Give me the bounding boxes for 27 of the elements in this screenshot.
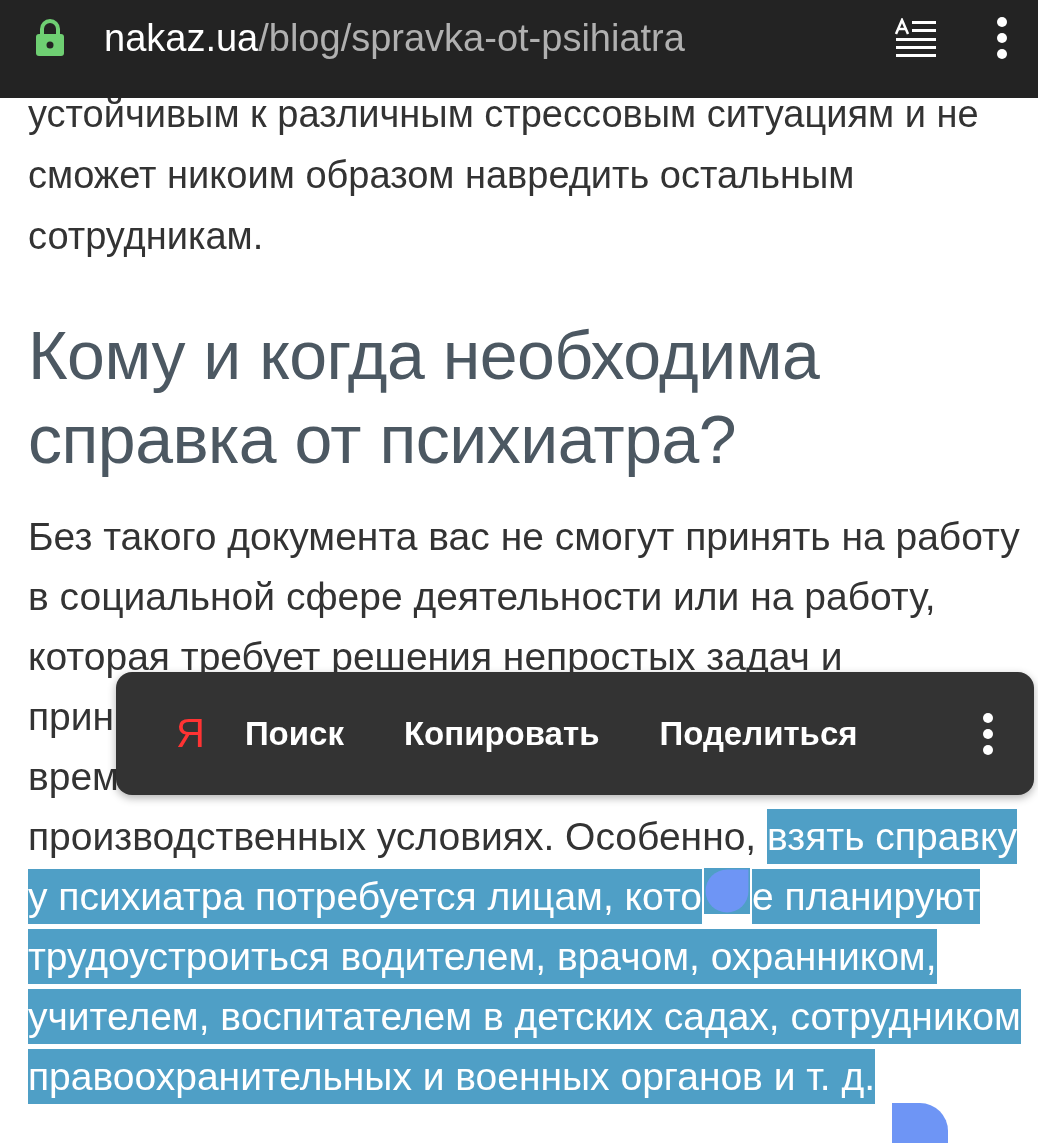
url-field[interactable]: nakaz.ua/blog/spravka-ot-psihiatra (104, 16, 894, 60)
lock-icon (34, 18, 66, 58)
paragraph-line: устойчивым к различным стрессовым ситуациям и не (28, 92, 980, 137)
selection-handle[interactable] (890, 1101, 950, 1143)
paragraph-text: в социальной сфере деятельности или на работу, (28, 574, 936, 620)
selected-text: трудоустроиться водителем, врачом, охранником, (28, 929, 937, 984)
selected-text: взять справку (767, 809, 1018, 864)
paragraph-text: производственных условиях. Особенно, (28, 814, 758, 860)
selected-text: правоохранительных и военных органов и т. д. (28, 1049, 876, 1104)
selected-text: е планируют (752, 869, 981, 924)
paragraph-line: сможет никоим образом навредить остальным (28, 153, 856, 198)
article-heading: справка от психиатра? (28, 400, 738, 479)
paragraph-text: Без такого документа вас не смогут принять на работу (28, 514, 1020, 560)
reader-mode-icon[interactable] (894, 18, 938, 58)
menu-action[interactable]: Копировать (403, 714, 600, 753)
more-menu-icon[interactable] (982, 711, 994, 756)
article-heading: Кому и когда необходима (28, 316, 821, 395)
paragraph-text: прин (28, 694, 115, 740)
selection-handle[interactable] (704, 868, 750, 914)
paragraph-line: сотрудникам. (28, 214, 265, 259)
selected-text: учителем, воспитателем в детских садах, сотрудником (28, 989, 1021, 1044)
menu-action[interactable]: Поделиться (659, 714, 858, 753)
menu-action[interactable]: Поиск (244, 714, 344, 753)
more-menu-icon[interactable] (996, 16, 1008, 60)
paragraph-text: которая требует решения непростых задач и (28, 634, 843, 680)
selected-text: у психиатра потребуется лицам, кото (28, 869, 702, 924)
paragraph-text: врем (28, 754, 119, 800)
